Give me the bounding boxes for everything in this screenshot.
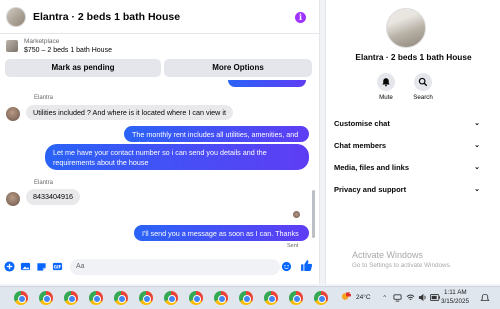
message-status: Sent	[287, 243, 299, 249]
sender-name: Elantra	[34, 180, 54, 186]
emoji-icon[interactable]	[281, 261, 292, 272]
chrome-icon[interactable]	[264, 291, 278, 305]
search-icon	[418, 77, 428, 87]
sender-avatar[interactable]	[6, 192, 20, 206]
conversation-avatar[interactable]	[386, 8, 426, 48]
network-icon[interactable]	[393, 293, 402, 302]
section-label: Media, files and links	[334, 163, 410, 172]
chrome-icon[interactable]	[89, 291, 103, 305]
bell-icon	[382, 78, 390, 87]
message-list: Elantra Utilities included ? And where i…	[0, 80, 320, 250]
mute-button[interactable]: Mute	[369, 73, 403, 101]
section-label: Customise chat	[334, 119, 390, 128]
activation-watermark-title: Activate Windows	[352, 250, 424, 260]
section-media-files-links[interactable]: Media, files and links ⌄	[334, 163, 480, 172]
listing-title[interactable]: $750 – 2 beds 1 bath House	[24, 47, 112, 54]
chrome-icon[interactable]	[239, 291, 253, 305]
section-label: Privacy and support	[334, 185, 407, 194]
clock-time[interactable]: 1:11 AM	[444, 289, 467, 296]
chrome-icon[interactable]	[114, 291, 128, 305]
chrome-icon[interactable]	[14, 291, 28, 305]
battery-icon[interactable]	[430, 294, 440, 301]
composer: GIF Aa	[0, 254, 320, 280]
weather-badge: 1	[349, 290, 352, 296]
section-customise-chat[interactable]: Customise chat ⌄	[334, 119, 480, 128]
outgoing-message: The monthly rent includes all utilities,…	[124, 126, 309, 149]
chevron-down-icon: ⌄	[474, 164, 480, 171]
message-bubble-partial	[228, 80, 306, 87]
sender-name: Elantra	[34, 95, 54, 101]
search-label: Search	[413, 94, 433, 101]
chrome-icon[interactable]	[314, 291, 328, 305]
speaker-icon[interactable]	[418, 293, 427, 302]
chevron-down-icon: ⌄	[474, 142, 480, 149]
chevron-up-icon[interactable]: ⌃	[382, 294, 387, 302]
chrome-icon[interactable]	[39, 291, 53, 305]
plus-icon[interactable]	[4, 261, 15, 272]
chat-header: Elantra · 2 beds 1 bath House i	[0, 0, 320, 34]
notification-icon[interactable]	[480, 293, 490, 303]
incoming-message: Utilities included ? And where is it loc…	[26, 105, 233, 120]
marketplace-label: Marketplace	[24, 38, 60, 45]
section-chat-members[interactable]: Chat members ⌄	[334, 141, 480, 150]
section-privacy-support[interactable]: Privacy and support ⌄	[334, 185, 480, 194]
search-button[interactable]: Search	[406, 73, 440, 101]
listing-thumbnail[interactable]	[6, 40, 18, 52]
image-icon[interactable]	[20, 261, 31, 272]
chrome-icon[interactable]	[139, 291, 153, 305]
chrome-icon[interactable]	[214, 291, 228, 305]
chrome-icon[interactable]	[189, 291, 203, 305]
mark-as-pending-button[interactable]: Mark as pending	[5, 59, 161, 77]
incoming-message: 8433404916	[26, 189, 80, 205]
activation-watermark-subtitle: Go to Settings to activate Windows.	[352, 262, 452, 269]
sender-avatar[interactable]	[6, 107, 20, 121]
chat-title[interactable]: Elantra · 2 beds 1 bath House	[33, 11, 180, 23]
more-options-button[interactable]: More Options	[164, 59, 312, 77]
chrome-icon[interactable]	[164, 291, 178, 305]
chrome-icon[interactable]	[64, 291, 78, 305]
wifi-icon[interactable]	[406, 293, 415, 302]
chevron-down-icon: ⌄	[474, 120, 480, 127]
chevron-down-icon: ⌄	[474, 186, 480, 193]
temperature[interactable]: 24°C	[356, 294, 371, 301]
message-input[interactable]: Aa	[70, 259, 280, 275]
chat-panel: Elantra · 2 beds 1 bath House i Marketpl…	[0, 0, 320, 284]
clock-date[interactable]: 3/15/2025	[441, 298, 469, 305]
svg-text:GIF: GIF	[54, 264, 62, 269]
info-icon[interactable]: i	[295, 12, 306, 23]
gif-icon[interactable]: GIF	[52, 261, 63, 272]
seen-avatar	[293, 211, 300, 218]
screen: Elantra · 2 beds 1 bath House i Marketpl…	[0, 0, 500, 309]
thumbs-up-icon[interactable]	[300, 259, 313, 272]
mute-label: Mute	[379, 94, 393, 101]
avatar[interactable]	[6, 6, 26, 27]
sticker-icon[interactable]	[36, 261, 47, 272]
scrollbar[interactable]	[312, 190, 315, 238]
chrome-icon[interactable]	[289, 291, 303, 305]
chat-info-panel: Elantra · 2 beds 1 bath House Mute Searc…	[325, 0, 500, 284]
outgoing-message: I'll send you a message as soon as I can…	[134, 225, 309, 241]
conversation-name: Elantra · 2 beds 1 bath House	[355, 52, 472, 62]
section-label: Chat members	[334, 141, 387, 150]
outgoing-message: Let me have your contact number so i can…	[45, 144, 309, 170]
